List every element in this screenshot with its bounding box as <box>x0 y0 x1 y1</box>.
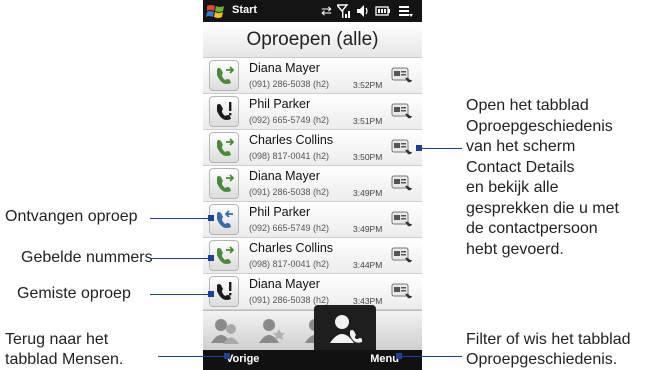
history-annotation-line: van het scherm <box>466 138 576 155</box>
favorites-tab-icon <box>259 319 285 343</box>
call-history-tab[interactable] <box>314 305 376 351</box>
missed-call-pointer <box>150 294 211 295</box>
back-annotation-line2: tabblad Mensen. <box>5 351 124 368</box>
battery-icon <box>375 3 390 19</box>
history-annotation-line: Oproepgeschiedenis <box>466 117 613 135</box>
call-type-missed-icon[interactable] <box>209 96 239 127</box>
back-softkey[interactable]: Vorige <box>226 353 259 365</box>
favorites-tab[interactable] <box>253 311 289 351</box>
contact-card-icon[interactable] <box>391 102 413 120</box>
filter-annotation-line2: Oproepgeschiedenis. <box>466 351 618 368</box>
call-time: 3:49PM <box>353 224 383 234</box>
call-history-tab-icon <box>330 315 362 343</box>
dialed-number-pointer <box>150 258 211 259</box>
history-annotation-line: Contact Details <box>466 158 575 176</box>
caller-name: Charles Collins <box>249 133 334 147</box>
caller-name: Diana Mayer <box>249 169 320 183</box>
history-annotation-line: en bekijk alle <box>466 179 559 196</box>
caller-name: Phil Parker <box>249 205 311 219</box>
phone-screen: Start ⇄ Oproepen (alle) Diana Mayer (091)… <box>203 0 422 370</box>
call-time: 3:51PM <box>353 116 383 126</box>
call-row[interactable]: Charles Collins (098) 817-0041 (h2) 3:50PM <box>203 130 422 166</box>
call-time: 3:50PM <box>353 152 383 162</box>
notifications-menu-icon[interactable] <box>398 3 413 19</box>
missed-call-annotation: Gemiste oproep <box>17 285 131 302</box>
call-history-list: Diana Mayer (091) 286-5038 (h2) 3:52PM Phil… <box>203 58 422 310</box>
contact-tab-bar <box>203 305 422 351</box>
back-annotation-line1: Terug naar het <box>5 331 109 348</box>
call-row[interactable]: Diana Mayer (091) 286-5038 (h2) 3:49PM <box>203 166 422 202</box>
people-tab-icon <box>211 319 239 344</box>
call-time: 3:52PM <box>353 80 383 90</box>
contact-card-icon[interactable] <box>391 138 413 156</box>
history-annotation-line: Open het tabblad <box>466 97 589 114</box>
caller-name: Diana Mayer <box>249 61 320 75</box>
call-time: 3:44PM <box>353 260 383 270</box>
caller-number: (091) 286-5038 (h2) <box>249 295 330 305</box>
received-call-pointer <box>150 218 211 219</box>
call-row[interactable]: Charles Collins (098) 817-0041 (h2) 3:44PM <box>203 238 422 274</box>
history-annotation-line: hebt gevoerd. <box>466 240 564 258</box>
received-call-pointer-dot <box>208 215 214 221</box>
caller-number: (092) 665-5749 (h2) <box>249 115 330 125</box>
call-row[interactable]: Diana Mayer (091) 286-5038 (h2) 3:52PM <box>203 58 422 94</box>
filter-annotation-line1: Filter of wis het tabblad <box>466 331 631 348</box>
volume-icon <box>356 3 370 19</box>
caller-number: (098) 817-0041 (h2) <box>249 151 330 161</box>
missed-call-pointer-dot <box>208 291 214 297</box>
call-time: 3:49PM <box>353 188 383 198</box>
filter-pointer-dot <box>396 353 402 359</box>
dialed-number-pointer-dot <box>208 255 214 261</box>
start-label[interactable]: Start <box>232 4 257 16</box>
history-annotation-line: de contactpersoon <box>466 220 598 237</box>
contact-card-icon[interactable] <box>391 66 413 84</box>
softkey-bar: Vorige Menu <box>203 350 422 370</box>
contact-card-icon[interactable] <box>391 246 413 264</box>
call-type-outgoing-icon[interactable] <box>209 60 239 91</box>
history-pointer-dot <box>416 145 422 151</box>
screen-title-bar: Oproepen (alle) <box>203 22 422 58</box>
people-tab[interactable] <box>207 311 243 351</box>
page-title: Oproepen (alle) <box>246 29 379 50</box>
caller-name: Phil Parker <box>249 97 311 111</box>
caller-number: (092) 665-5749 (h2) <box>249 223 330 233</box>
caller-name: Diana Mayer <box>249 277 320 291</box>
caller-name: Charles Collins <box>249 241 334 255</box>
signal-strength-icon <box>335 3 351 19</box>
received-call-annotation: Ontvangen oproep <box>5 208 138 225</box>
menu-softkey[interactable]: Menu <box>370 353 399 365</box>
call-type-outgoing-icon[interactable] <box>209 168 239 199</box>
call-row[interactable]: Phil Parker (092) 665-5749 (h2) 3:49PM <box>203 202 422 238</box>
contact-card-icon[interactable] <box>391 282 413 300</box>
back-pointer-dot <box>224 353 230 359</box>
contact-card-icon[interactable] <box>391 210 413 228</box>
call-row[interactable]: Phil Parker (092) 665-5749 (h2) 3:51PM <box>203 94 422 130</box>
contact-card-icon[interactable] <box>391 174 413 192</box>
data-connection-icon: ⇄ <box>321 3 332 18</box>
back-pointer <box>158 356 226 357</box>
caller-number: (091) 286-5038 (h2) <box>249 187 330 197</box>
windows-start-icon[interactable] <box>206 3 226 19</box>
dialed-number-annotation: Gebelde nummers <box>21 249 153 266</box>
caller-number: (098) 817-0041 (h2) <box>249 259 330 269</box>
status-bar: Start ⇄ <box>203 0 422 22</box>
filter-pointer <box>400 356 462 357</box>
history-annotation-line: gesprekken die u met <box>466 199 619 217</box>
call-type-outgoing-icon[interactable] <box>209 132 239 163</box>
history-pointer <box>420 148 462 149</box>
caller-number: (091) 286-5038 (h2) <box>249 79 330 89</box>
call-row[interactable]: Diana Mayer (091) 286-5038 (h2) 3:43PM <box>203 274 422 310</box>
